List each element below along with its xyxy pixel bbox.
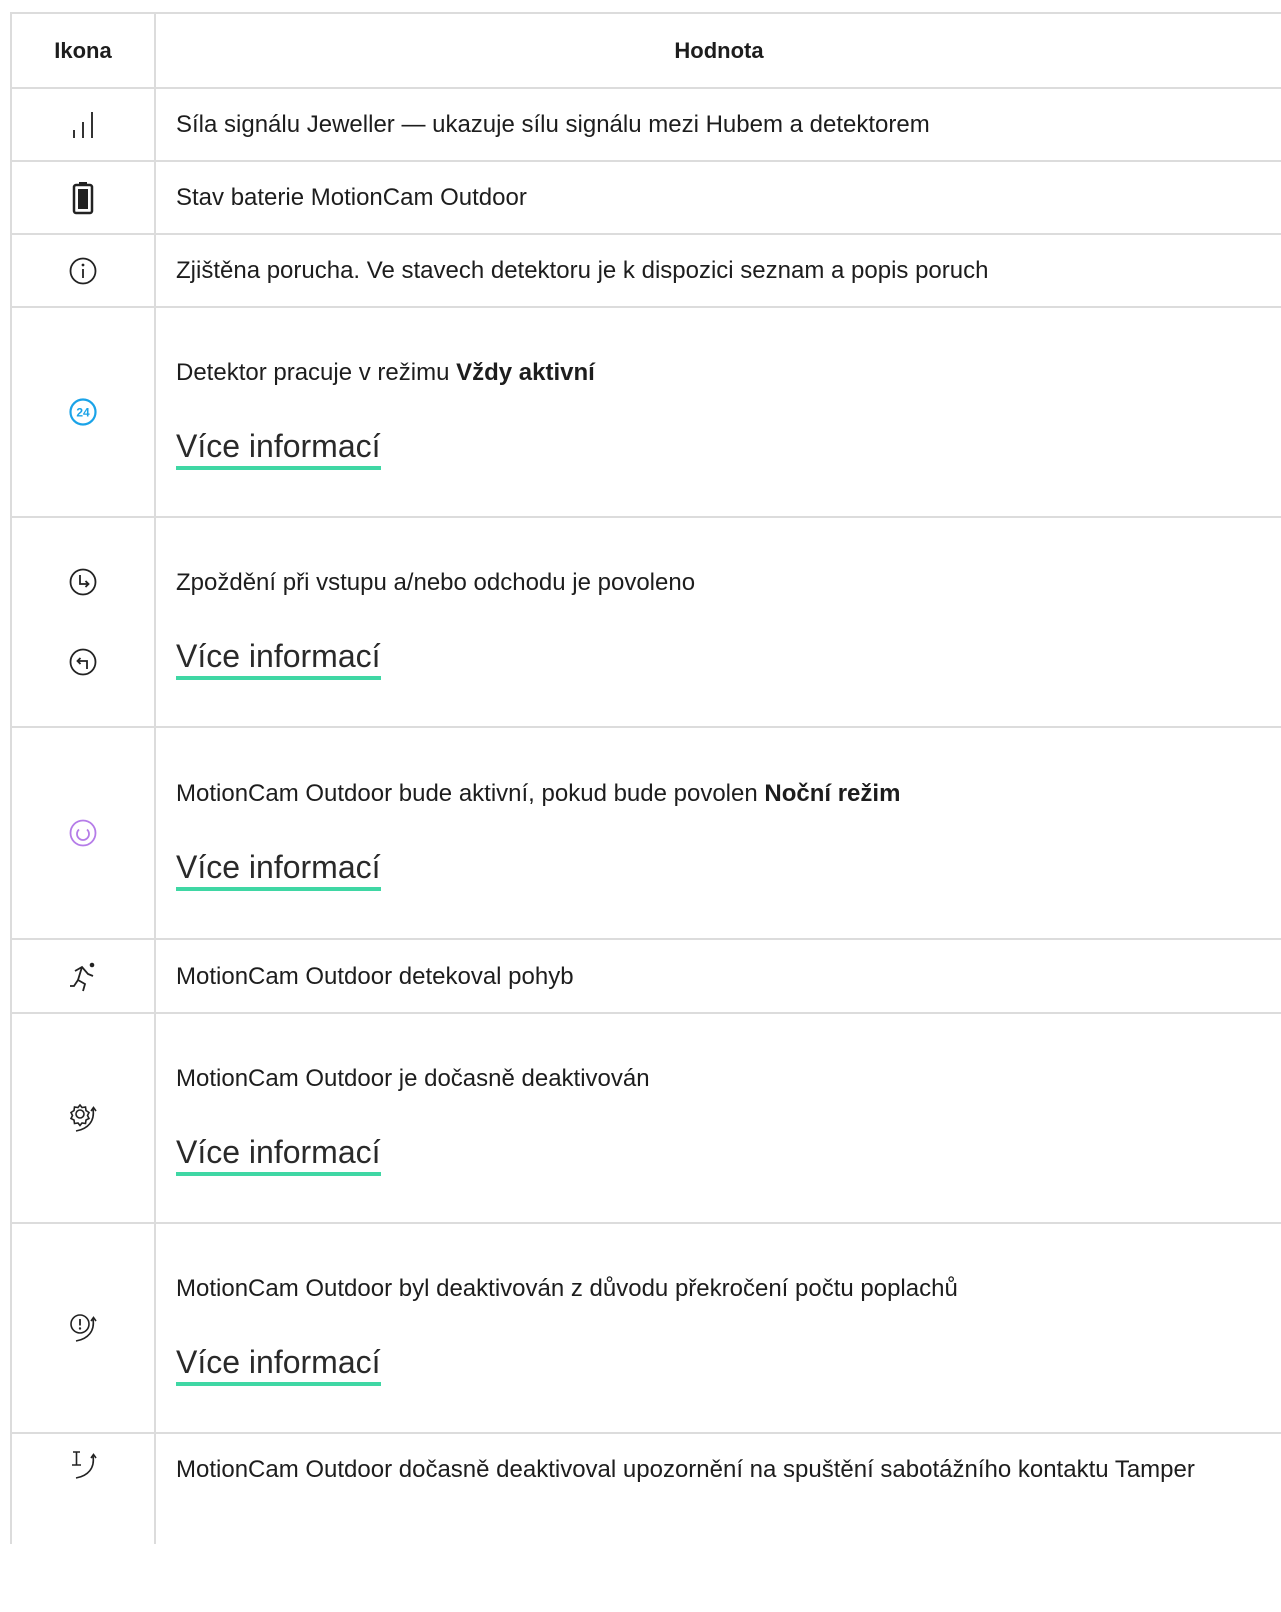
- battery-icon: [72, 181, 94, 214]
- icon-cell: [10, 87, 156, 162]
- row-text: MotionCam Outdoor dočasně deaktivoval up…: [176, 1456, 1195, 1483]
- value-cell: Zpoždění při vstupu a/nebo odchodu je po…: [154, 516, 1281, 728]
- value-cell: MotionCam Outdoor byl deaktivován z důvo…: [154, 1222, 1281, 1434]
- table-row: Stav baterie MotionCam Outdoor: [10, 160, 1281, 235]
- row-text: Zpoždění při vstupu a/nebo odchodu je po…: [176, 568, 696, 596]
- night-mode-icon: [69, 819, 97, 847]
- row-text: MotionCam Outdoor je dočasně deaktivován: [176, 1064, 650, 1092]
- table-row: Síla signálu Jeweller — ukazuje sílu sig…: [10, 87, 1281, 162]
- icon-cell: [10, 726, 156, 940]
- value-cell: MotionCam Outdoor detekoval pohyb: [154, 938, 1281, 1014]
- page: Ikona Hodnota Síla signálu Jeweller — uk…: [0, 0, 1281, 1612]
- more-info-link[interactable]: Více informací: [176, 426, 381, 470]
- more-info-link[interactable]: Více informací: [176, 1132, 381, 1176]
- icons-table: Ikona Hodnota Síla signálu Jeweller — uk…: [10, 12, 1281, 1544]
- icon-cell: [10, 1222, 156, 1434]
- more-info-link[interactable]: Více informací: [176, 1342, 381, 1386]
- value-cell: MotionCam Outdoor dočasně deaktivoval up…: [154, 1432, 1281, 1544]
- info-icon: [69, 257, 97, 284]
- row-text: Stav baterie MotionCam Outdoor: [176, 184, 527, 211]
- temporarily-deactivated-icon: [69, 1103, 97, 1132]
- table-row: MotionCam Outdoor detekoval pohyb: [10, 938, 1281, 1014]
- icon-cell: [10, 516, 156, 728]
- always-active-24-icon: 24: [69, 398, 97, 426]
- alarm-limit-deactivated-icon: [70, 1314, 97, 1342]
- table-row: Zjištěna porucha. Ve stavech detektoru j…: [10, 233, 1281, 308]
- table-row: MotionCam Outdoor je dočasně deaktivován…: [10, 1012, 1281, 1224]
- table-row: MotionCam Outdoor bude aktivní, pokud bu…: [10, 726, 1281, 940]
- motion-detected-icon: [70, 962, 95, 992]
- icon-cell: [10, 1432, 156, 1544]
- value-cell: Síla signálu Jeweller — ukazuje sílu sig…: [154, 87, 1281, 162]
- row-text: Zjištěna porucha. Ve stavech detektoru j…: [176, 257, 989, 284]
- value-cell: Detektor pracuje v režimu Vždy aktivní V…: [154, 306, 1281, 518]
- icon-cell: [10, 233, 156, 308]
- row-text-part: MotionCam Outdoor bude aktivní, pokud bu…: [176, 779, 765, 807]
- header-icon: Ikona: [10, 12, 156, 89]
- entry-delay-icon: [69, 568, 97, 596]
- row-text-bold: Noční režim: [764, 779, 901, 807]
- value-cell: Zjištěna porucha. Ve stavech detektoru j…: [154, 233, 1281, 308]
- icon-cell: [10, 160, 156, 235]
- icon-cell: 24: [10, 306, 156, 518]
- row-text: Síla signálu Jeweller — ukazuje sílu sig…: [176, 111, 930, 138]
- table-row: MotionCam Outdoor dočasně deaktivoval up…: [10, 1432, 1281, 1544]
- value-cell: Stav baterie MotionCam Outdoor: [154, 160, 1281, 235]
- tamper-deactivated-icon: [72, 1451, 97, 1479]
- table-row: MotionCam Outdoor byl deaktivován z důvo…: [10, 1222, 1281, 1434]
- signal-strength-icon: [73, 111, 93, 138]
- entry-exit-delay-icon: [12, 567, 154, 677]
- table-header-row: Ikona Hodnota: [10, 12, 1281, 89]
- row-text-bold: Vždy aktivní: [456, 358, 595, 386]
- icon-cell: [10, 938, 156, 1014]
- more-info-link[interactable]: Více informací: [176, 847, 381, 891]
- row-text: MotionCam Outdoor bude aktivní, pokud bu…: [176, 776, 1272, 811]
- icon-24-label: 24: [76, 406, 90, 420]
- row-text-part: Detektor pracuje v režimu: [176, 358, 457, 386]
- row-text: MotionCam Outdoor detekoval pohyb: [176, 962, 574, 990]
- value-cell: MotionCam Outdoor je dočasně deaktivován…: [154, 1012, 1281, 1224]
- row-text: MotionCam Outdoor byl deaktivován z důvo…: [176, 1274, 958, 1302]
- more-info-link[interactable]: Více informací: [176, 636, 381, 680]
- icon-cell: [10, 1012, 156, 1224]
- header-value: Hodnota: [154, 12, 1281, 89]
- row-text: Detektor pracuje v režimu Vždy aktivní: [176, 355, 1272, 390]
- value-cell: MotionCam Outdoor bude aktivní, pokud bu…: [154, 726, 1281, 940]
- table-row: Zpoždění při vstupu a/nebo odchodu je po…: [10, 516, 1281, 728]
- exit-delay-icon: [69, 648, 97, 676]
- table-row: 24 Detektor pracuje v režimu Vždy aktivn…: [10, 306, 1281, 518]
